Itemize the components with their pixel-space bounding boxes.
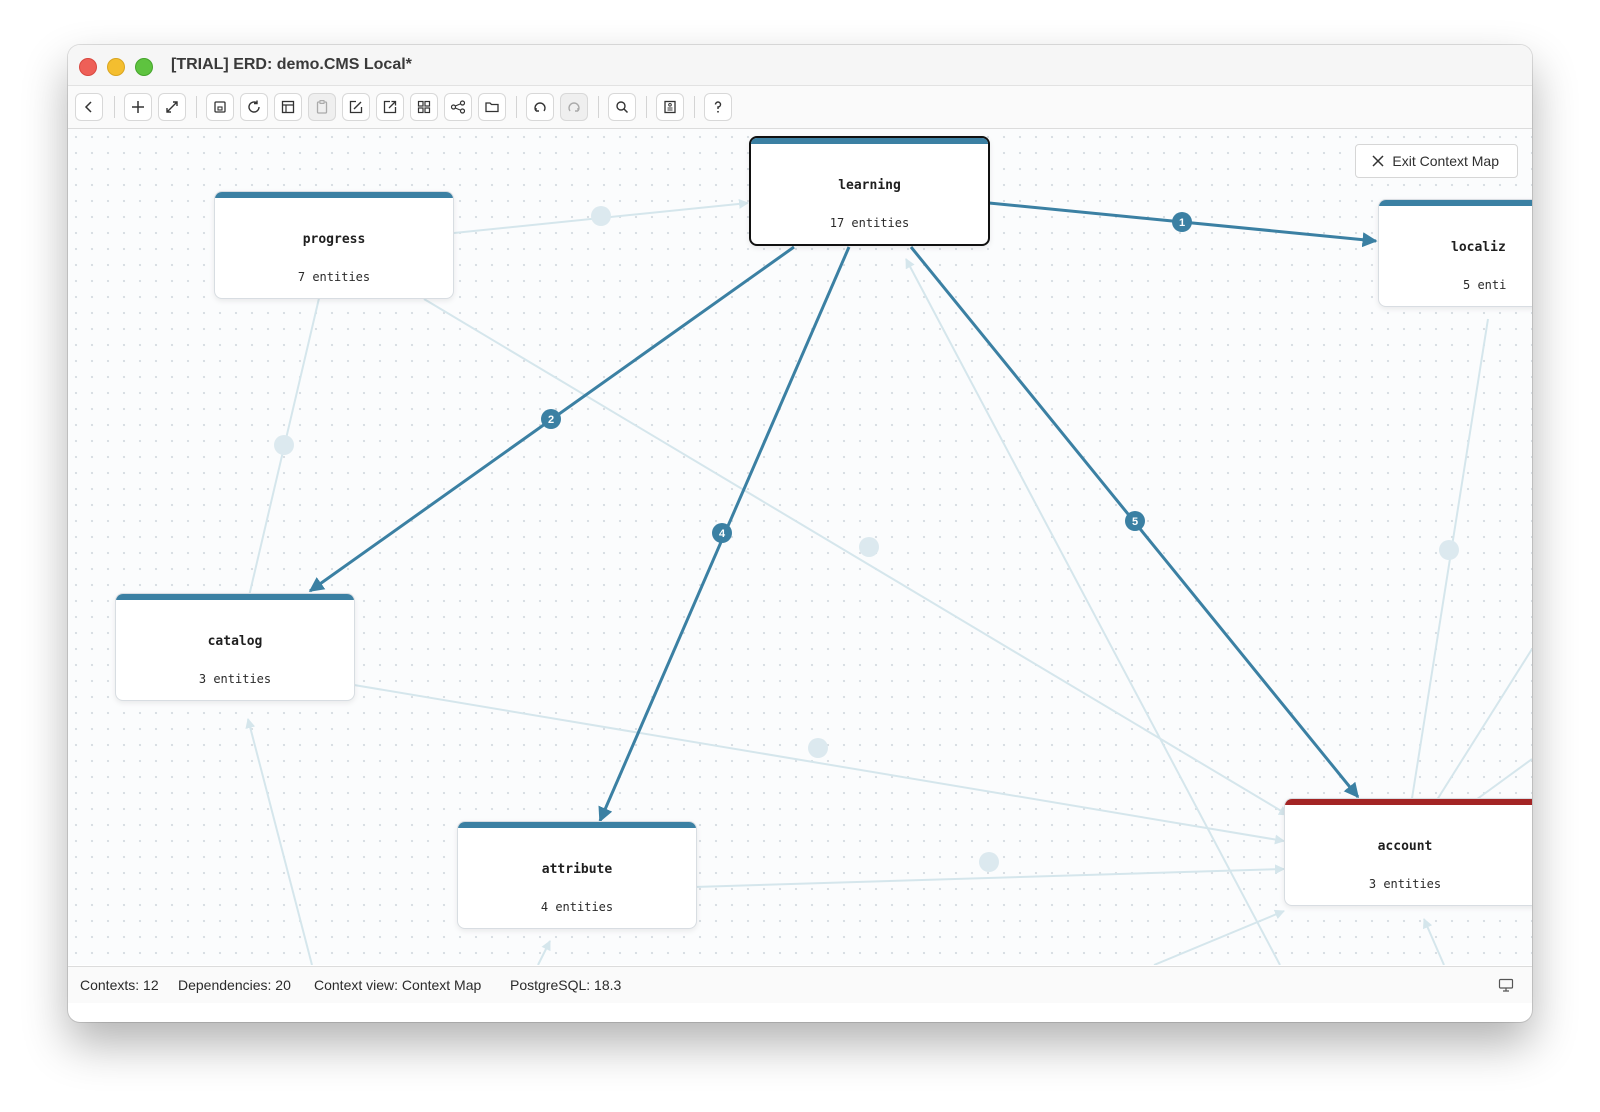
search-button[interactable] [608,93,636,121]
erd-window: [TRIAL] ERD: demo.CMS Local* 1 2 4 5 pro… [68,45,1532,1022]
search-icon [616,101,629,114]
node-name: attribute [541,862,613,877]
maximize-window-button[interactable] [135,58,153,76]
open-folder-button[interactable] [478,93,506,121]
node-entity-count: 3 entities [1368,877,1442,891]
context-node-account[interactable]: account 3 entities [1284,798,1532,906]
node-name: localiz [1451,240,1506,255]
help-icon [714,101,722,113]
node-entity-count: 4 entities [540,900,614,914]
faint-edge-dots [274,206,1459,872]
svg-text:4: 4 [719,528,726,540]
close-icon [1372,155,1384,167]
redo-icon [568,102,580,112]
status-database: PostgreSQL: 18.3 [510,977,622,993]
close-window-button[interactable] [79,58,97,76]
context-node-attribute[interactable]: attribute 4 entities [457,821,697,929]
context-map-canvas[interactable]: 1 2 4 5 progress 7 entities learning 17 [68,129,1532,965]
link-icon [166,101,178,113]
edit-button[interactable] [342,93,370,121]
edit-icon [349,100,363,114]
clipboard-button[interactable] [308,93,336,121]
exit-context-map-label: Exit Context Map [1392,153,1499,169]
context-node-localization[interactable]: localiz 5 enti [1378,199,1532,307]
status-contexts: Contexts: 12 [80,977,159,993]
refresh-icon [248,100,260,113]
svg-text:5: 5 [1132,516,1138,528]
node-name: account [1377,839,1433,854]
toolbar [68,86,1532,129]
export-button[interactable] [376,93,404,121]
help-button[interactable] [704,93,732,121]
status-bar: Contexts: 12 Dependencies: 20 Context vi… [68,966,1532,1003]
document-button[interactable] [656,93,684,121]
edge-label-5[interactable]: 5 [1125,511,1145,531]
exit-context-map-button[interactable]: Exit Context Map [1355,144,1518,178]
monitor-icon[interactable] [1498,977,1514,993]
undo-button[interactable] [526,93,554,121]
context-node-learning[interactable]: learning 17 entities [749,136,990,246]
document-icon [664,100,676,114]
highlighted-edges [308,201,1378,823]
node-name: progress [302,232,366,247]
edge-label-4[interactable]: 4 [712,523,732,543]
node-entity-count: 5 enti [1463,278,1507,292]
plus-icon [132,101,144,113]
redo-button[interactable] [560,93,588,121]
node-entity-count: 7 entities [297,270,371,284]
node-entity-count: 17 entities [829,216,910,230]
save-button[interactable] [206,93,234,121]
node-entity-count: 3 entities [198,672,272,686]
save-icon [214,101,226,113]
status-context-view: Context view: Context Map [314,977,482,993]
svg-text:2: 2 [548,414,554,426]
graph-button[interactable] [444,93,472,121]
status-dependencies: Dependencies: 20 [178,977,291,993]
grid-icon [417,100,431,114]
node-name: learning [838,178,901,193]
clipboard-icon [316,100,328,114]
window-title: [TRIAL] ERD: demo.CMS Local* [171,56,412,73]
svg-text:1: 1 [1179,217,1185,229]
layout-icon [281,100,295,114]
edge-label-1[interactable]: 1 [1172,212,1192,232]
undo-icon [534,102,546,112]
context-node-progress[interactable]: progress 7 entities [214,191,454,299]
refresh-button[interactable] [240,93,268,121]
edge-label-2[interactable]: 2 [541,409,561,429]
back-button[interactable] [75,93,103,121]
link-button[interactable] [158,93,186,121]
node-name: catalog [207,634,263,649]
grid-button[interactable] [410,93,438,121]
minimize-window-button[interactable] [107,58,125,76]
back-icon [84,101,92,113]
title-bar: [TRIAL] ERD: demo.CMS Local* [68,45,1532,86]
context-node-catalog[interactable]: catalog 3 entities [115,593,355,701]
layout-button[interactable] [274,93,302,121]
export-icon [383,100,397,114]
folder-icon [485,102,499,113]
graph-icon [450,100,466,114]
add-button[interactable] [124,93,152,121]
